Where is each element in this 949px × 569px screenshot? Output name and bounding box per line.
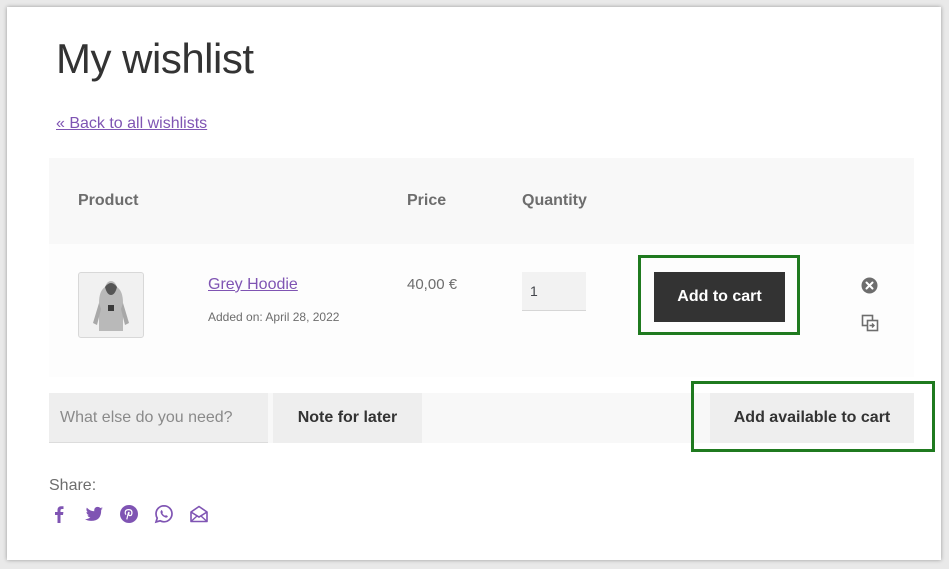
facebook-icon[interactable] xyxy=(49,504,71,526)
email-icon[interactable] xyxy=(189,504,211,526)
product-column-header: Product xyxy=(78,192,139,209)
product-thumbnail[interactable] xyxy=(78,272,144,338)
remove-item-icon[interactable] xyxy=(861,277,878,294)
share-label: Share: xyxy=(49,477,97,494)
added-on-date: Added on: April 28, 2022 xyxy=(208,310,340,324)
product-name-link[interactable]: Grey Hoodie xyxy=(208,276,298,294)
hoodie-image xyxy=(93,281,129,331)
move-item-icon[interactable] xyxy=(861,314,879,332)
note-for-later-button[interactable]: Note for later xyxy=(273,393,422,443)
price-column-header: Price xyxy=(407,192,447,209)
quantity-column-header: Quantity xyxy=(522,192,587,209)
whatsapp-icon[interactable] xyxy=(154,504,176,526)
quantity-input[interactable] xyxy=(522,272,586,311)
wishlist-table-header: Product Price Quantity xyxy=(49,158,914,244)
add-available-highlight xyxy=(691,381,935,452)
twitter-icon[interactable] xyxy=(84,504,106,526)
page-title: My wishlist xyxy=(56,35,254,82)
add-to-cart-highlight xyxy=(638,255,800,335)
product-price: 40,00 € xyxy=(407,276,458,293)
note-input[interactable] xyxy=(49,393,268,443)
back-to-wishlists-link[interactable]: « Back to all wishlists xyxy=(56,115,207,133)
pinterest-icon[interactable] xyxy=(119,504,141,526)
